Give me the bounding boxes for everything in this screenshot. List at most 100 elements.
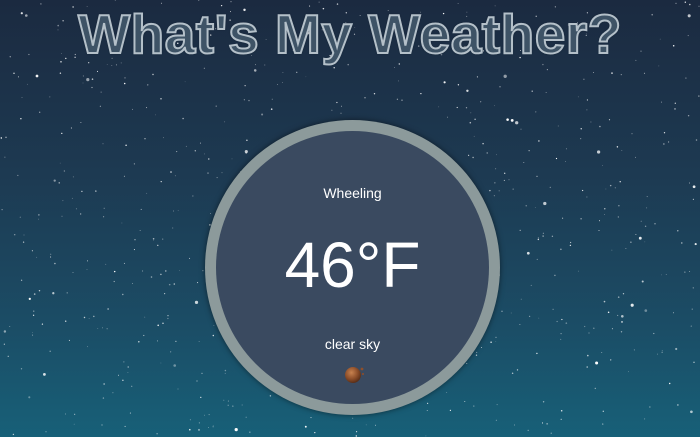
star [542, 401, 545, 403]
star [204, 414, 205, 416]
star [52, 292, 55, 295]
star [621, 321, 623, 323]
star [173, 210, 175, 212]
star [65, 413, 66, 415]
star [610, 359, 612, 361]
star [101, 424, 103, 426]
star [249, 431, 251, 433]
star [486, 152, 488, 154]
star [165, 270, 167, 272]
star [207, 172, 209, 174]
star [536, 258, 538, 260]
star [536, 352, 538, 355]
star [106, 328, 108, 330]
star [656, 353, 658, 355]
star [590, 121, 592, 123]
star [49, 350, 51, 352]
star [661, 350, 663, 352]
star [21, 97, 23, 98]
star [586, 196, 588, 198]
star [277, 84, 278, 85]
star [261, 113, 264, 116]
star [61, 215, 63, 217]
star [644, 225, 647, 227]
star [118, 374, 119, 376]
star [102, 327, 103, 329]
star [125, 144, 127, 146]
star [189, 419, 191, 421]
star [594, 387, 596, 390]
star [674, 108, 676, 110]
star [71, 197, 73, 199]
star [603, 300, 606, 303]
star [231, 158, 233, 160]
star [144, 138, 146, 140]
star [557, 125, 559, 127]
star [36, 256, 38, 258]
star [446, 392, 448, 394]
star [635, 234, 637, 235]
star [100, 91, 102, 93]
star [692, 287, 694, 289]
star [122, 293, 124, 296]
star [538, 317, 540, 319]
star [13, 72, 15, 74]
star [138, 341, 140, 343]
star [38, 218, 40, 220]
star [496, 404, 498, 406]
star [305, 76, 307, 78]
star [535, 111, 537, 113]
star [493, 195, 495, 197]
star [216, 177, 218, 179]
star [198, 0, 200, 1]
star [221, 172, 223, 174]
star [168, 283, 171, 286]
star [562, 217, 564, 219]
star [170, 171, 172, 173]
star [592, 71, 595, 74]
star [677, 230, 679, 232]
star [87, 346, 89, 348]
star [577, 96, 579, 98]
star [546, 423, 548, 425]
star [498, 190, 500, 192]
star [17, 76, 19, 78]
star [472, 156, 474, 159]
star [596, 150, 601, 154]
star [132, 283, 134, 284]
star [698, 95, 700, 97]
star [510, 118, 514, 122]
star [534, 207, 536, 208]
star [602, 423, 604, 425]
star [611, 72, 613, 74]
star [121, 222, 123, 224]
star [198, 341, 200, 342]
star [91, 86, 93, 89]
star [0, 137, 3, 139]
star [198, 422, 201, 424]
star [39, 111, 41, 113]
star [140, 208, 142, 210]
star [224, 372, 226, 374]
city-name: Wheeling [323, 185, 382, 201]
star [426, 409, 428, 411]
star [28, 297, 31, 301]
star [490, 341, 492, 343]
star [528, 150, 530, 152]
star [605, 188, 607, 190]
star [584, 325, 586, 328]
star [628, 371, 629, 373]
star [511, 372, 514, 375]
star [73, 423, 75, 425]
star [608, 119, 611, 121]
star [537, 237, 540, 239]
star [537, 238, 539, 241]
star [569, 241, 572, 244]
star [495, 168, 497, 170]
star [19, 216, 21, 218]
star [616, 146, 619, 148]
star [504, 172, 506, 174]
clear-sky-night-icon [345, 367, 364, 383]
star [555, 157, 558, 160]
star [635, 156, 636, 158]
